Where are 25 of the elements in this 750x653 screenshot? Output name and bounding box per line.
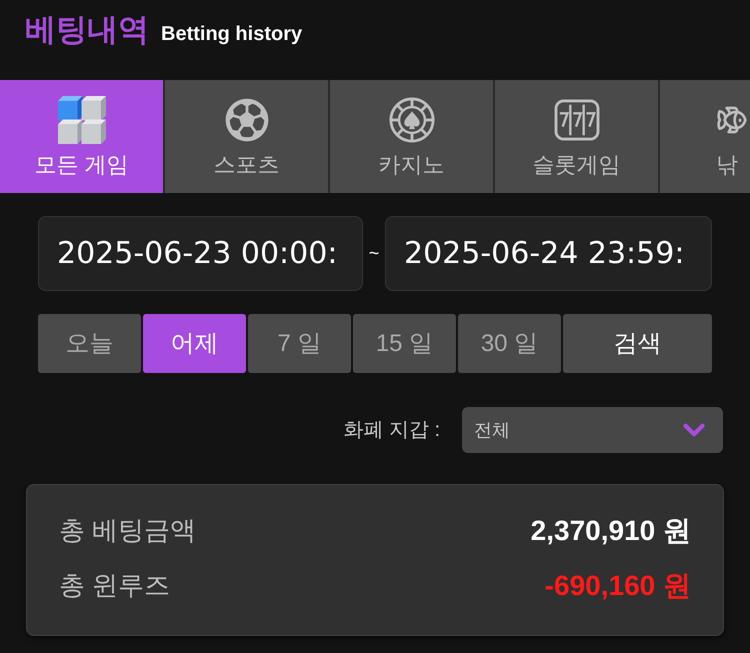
game-tab[interactable]: 카지노 [330, 80, 493, 193]
poker-chip-icon [388, 97, 434, 143]
date-range-button[interactable]: 15 일 [353, 314, 456, 373]
game-tab[interactable]: 낚 [660, 80, 750, 193]
date-range-button[interactable]: 30 일 [458, 314, 561, 373]
game-tab[interactable]: 모든 게임 [0, 80, 163, 193]
summary-label: 총 윈루즈 [59, 569, 170, 602]
game-tab[interactable]: 스포츠 [165, 80, 328, 193]
wallet-select[interactable]: 전체 [462, 407, 723, 453]
summary-label: 총 베팅금액 [59, 514, 196, 547]
cubes-icon [58, 96, 106, 144]
wallet-label: 화폐 지갑 : [343, 418, 440, 443]
end-date-field[interactable]: 2025-06-24 23:59: [385, 216, 712, 291]
summary-value: 2,370,910 원 [530, 514, 691, 548]
start-date-field[interactable]: 2025-06-23 00:00: [38, 216, 363, 291]
date-range-button[interactable]: 어제 [143, 314, 246, 373]
page-title: 베팅내역 [25, 11, 149, 49]
date-range-button[interactable]: 7 일 [248, 314, 351, 373]
slot-machine-icon [554, 99, 600, 141]
date-range-button[interactable]: 오늘 [38, 314, 141, 373]
search-button[interactable]: 검색 [563, 314, 712, 373]
page-subtitle: Betting history [161, 22, 302, 47]
range-separator: ~ [368, 242, 380, 265]
game-tab[interactable]: 슬롯게임 [495, 80, 658, 193]
summary-value: -690,160 원 [544, 568, 691, 602]
